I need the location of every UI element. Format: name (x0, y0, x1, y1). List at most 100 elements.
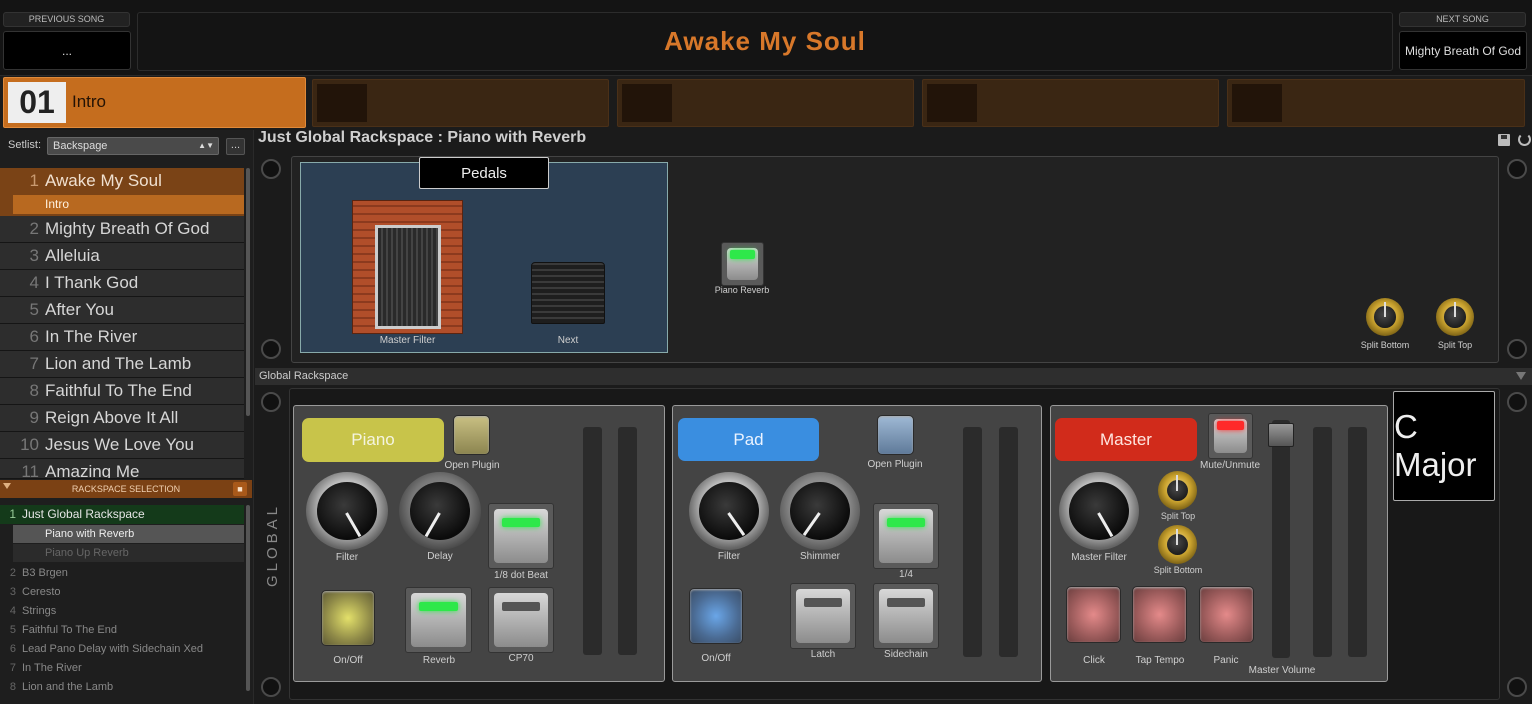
song-item[interactable]: 10 Jesus We Love You (0, 432, 244, 459)
pad-open-plugin-button[interactable] (877, 415, 914, 455)
variation-selected[interactable]: Piano with Reverb (13, 525, 244, 543)
rackspace-item[interactable]: 8 Lion and the Lamb (0, 678, 244, 697)
part-number: 01 (8, 82, 66, 123)
variation-item[interactable]: Piano Up Reverb (13, 544, 244, 562)
piano-onoff-button[interactable] (321, 590, 375, 646)
rackspace-list-scrollbar[interactable] (246, 505, 250, 691)
triangle-down-icon[interactable] (1516, 372, 1526, 380)
pad-sidechain-switch[interactable] (873, 583, 939, 649)
song-item[interactable]: 7 Lion and The Lamb (0, 351, 244, 378)
part-slot-empty[interactable] (617, 79, 914, 127)
master-filter-pedal[interactable] (352, 200, 463, 334)
part-slot-empty[interactable] (1227, 79, 1525, 127)
piano-filter-label: Filter (335, 552, 359, 563)
part-slot-empty[interactable] (312, 79, 609, 127)
song-item[interactable]: 11 Amazing Me (0, 459, 244, 479)
part-slot-empty[interactable] (922, 79, 1219, 127)
global-vertical-label: GLOBAL (264, 502, 281, 588)
lock-icon[interactable]: ■ (233, 482, 247, 496)
piano-reverb-switch[interactable] (721, 242, 764, 286)
key-display: C Major (1393, 391, 1495, 501)
pad-latch-switch[interactable] (790, 583, 856, 649)
song-item[interactable]: 6 In The River (0, 324, 244, 351)
updown-icon: ▲▼ (198, 141, 214, 150)
previous-song-label: PREVIOUS SONG (3, 12, 130, 27)
split-top-label: Split Top (1437, 340, 1473, 350)
song-item[interactable]: 3 Alleluia (0, 243, 244, 270)
song-item[interactable]: 1 Awake My Soul (0, 168, 244, 195)
next-song-button[interactable]: Mighty Breath Of God (1399, 31, 1527, 70)
song-part-intro[interactable]: Intro (13, 195, 244, 214)
piano-beat-switch[interactable] (488, 503, 554, 569)
master-title-button[interactable]: Master (1055, 418, 1197, 461)
corner-screw (261, 392, 281, 412)
triangle-down-icon[interactable] (3, 483, 11, 489)
piano-cp70-switch[interactable] (488, 587, 554, 653)
tap-tempo-button[interactable] (1132, 586, 1187, 643)
pad-onoff-button[interactable] (689, 588, 743, 644)
pad-quarter-switch[interactable] (873, 503, 939, 569)
click-button[interactable] (1066, 586, 1121, 643)
corner-screw (1507, 339, 1527, 359)
corner-screw (1507, 677, 1527, 697)
pad-filter-knob[interactable] (689, 472, 769, 550)
split-bottom-knob[interactable] (1158, 525, 1197, 564)
corner-screw (261, 677, 281, 697)
piano-title-button[interactable]: Piano (302, 418, 444, 462)
next-pedal[interactable] (531, 262, 605, 324)
pad-fader-slot[interactable] (999, 427, 1018, 657)
setlist-label: Setlist: (8, 139, 42, 151)
next-song-label: NEXT SONG (1399, 12, 1526, 27)
rackspace-item[interactable]: 4 Strings (0, 602, 244, 621)
save-icon[interactable] (1498, 134, 1510, 146)
next-label: Next (557, 335, 579, 346)
split-bottom-knob[interactable] (1366, 298, 1404, 336)
pad-fader-slot[interactable] (963, 427, 982, 657)
split-top-knob[interactable] (1436, 298, 1474, 336)
piano-filter-knob[interactable] (306, 472, 388, 550)
rackspace-item[interactable]: 5 Faithful To The End (0, 621, 244, 640)
rackspace-item[interactable]: 2 B3 Brgen (0, 564, 244, 583)
master-fader-slot[interactable] (1348, 427, 1367, 657)
refresh-icon[interactable] (1518, 133, 1531, 146)
piano-open-plugin-button[interactable] (453, 415, 490, 455)
song-item[interactable]: 9 Reign Above It All (0, 405, 244, 432)
rackspace-item-selected[interactable]: 1 Just Global Rackspace (0, 505, 244, 524)
master-fader-slot[interactable] (1313, 427, 1332, 657)
mute-unmute-switch[interactable] (1208, 413, 1253, 459)
split-bottom-label: Split Bottom (1153, 565, 1203, 575)
song-item[interactable]: 2 Mighty Breath Of God (0, 216, 244, 243)
global-rackspace-bar[interactable] (255, 368, 1532, 385)
rackspace-item[interactable]: 3 Ceresto (0, 583, 244, 602)
setlist-dropdown[interactable]: Backspage ▲▼ (47, 137, 219, 155)
setlist-menu-button[interactable]: ... (226, 138, 245, 155)
previous-song-button[interactable]: ... (3, 31, 131, 70)
rackspace-selection-header[interactable]: RACKSPACE SELECTION (0, 480, 252, 498)
rackspace-item[interactable]: 7 In The River (0, 659, 244, 678)
piano-fader-slot[interactable] (583, 427, 602, 655)
song-item[interactable]: 4I Thank God (0, 270, 244, 297)
piano-reverb-label: Piano Reverb (714, 285, 770, 295)
piano-fader-slot[interactable] (618, 427, 637, 655)
piano-delay-knob[interactable] (399, 472, 481, 550)
piano-onoff-label: On/Off (333, 655, 363, 666)
pad-open-plugin-label: Open Plugin (867, 459, 923, 470)
pad-title-button[interactable]: Pad (678, 418, 819, 461)
song-item[interactable]: 8 Faithful To The End (0, 378, 244, 405)
split-top-knob[interactable] (1158, 471, 1197, 510)
song-item[interactable]: 5 After You (0, 297, 244, 324)
mute-unmute-label: Mute/Unmute (1199, 460, 1261, 471)
master-volume-slider[interactable] (1272, 420, 1290, 658)
panic-button[interactable] (1199, 586, 1254, 643)
master-filter-label: Master Filter (1071, 552, 1127, 563)
part-button-active[interactable]: 01 Intro (3, 77, 306, 128)
song-list-scrollbar[interactable] (246, 168, 250, 416)
tap-tempo-label: Tap Tempo (1135, 655, 1185, 666)
piano-reverb-switch[interactable] (405, 587, 472, 653)
click-label: Click (1083, 655, 1105, 666)
master-filter-knob[interactable] (1059, 472, 1139, 550)
master-volume-handle[interactable] (1268, 423, 1294, 447)
piano-beat-label: 1/8 dot Beat (494, 570, 548, 581)
rackspace-item[interactable]: 6 Lead Pano Delay with Sidechain Xed (0, 640, 244, 659)
pad-shimmer-knob[interactable] (780, 472, 860, 550)
